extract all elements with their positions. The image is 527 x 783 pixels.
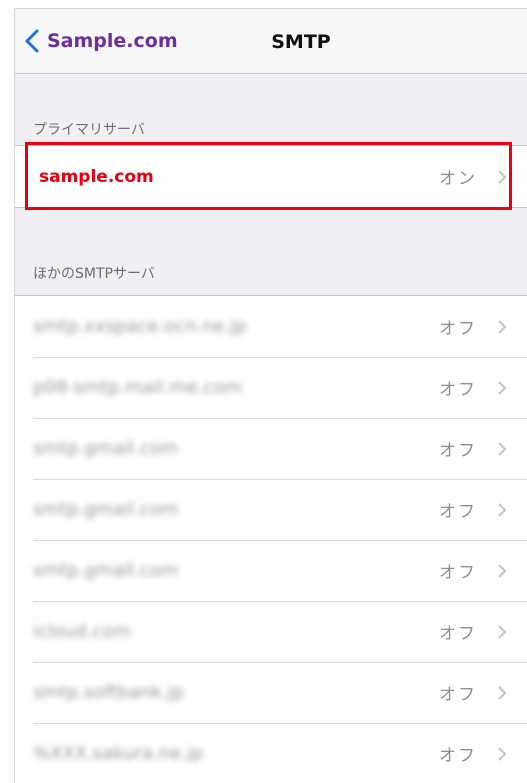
server-row-1[interactable]: smtp.xxspace.ocn.ne.jp オフ: [15, 296, 527, 357]
chevron-right-icon: [498, 380, 507, 395]
server-name: smtp.gmail.com: [33, 438, 179, 459]
server-row-4[interactable]: smtp.gmail.com オフ: [15, 479, 527, 540]
server-name: smtp.gmail.com: [33, 499, 179, 520]
server-row-2[interactable]: p08-smtp.mail.me.com オフ: [15, 357, 527, 418]
server-row-5[interactable]: smtp.gmail.com オフ: [15, 540, 527, 601]
server-row-7[interactable]: smtp.softbank.jp オフ: [15, 662, 527, 723]
chevron-right-icon: [498, 169, 507, 184]
smtp-settings-screen: Sample.com SMTP プライマリサーバ sample.com オン ほ…: [14, 8, 527, 783]
chevron-right-icon: [498, 502, 507, 517]
primary-server-group: sample.com オン: [15, 145, 527, 208]
server-row-8[interactable]: %XXX.sakura.ne.jp オフ: [15, 723, 527, 783]
server-name: %XXX.sakura.ne.jp: [33, 743, 204, 764]
server-row-3[interactable]: smtp.gmail.com オフ: [15, 418, 527, 479]
chevron-right-icon: [498, 441, 507, 456]
server-status: オフ: [439, 685, 477, 705]
server-name: p08-smtp.mail.me.com: [33, 377, 243, 398]
server-status: オフ: [439, 746, 477, 766]
server-name: smtp.gmail.com: [33, 560, 179, 581]
server-name: smtp.softbank.jp: [33, 682, 185, 703]
server-status: オフ: [439, 502, 477, 522]
server-status: オフ: [439, 380, 477, 400]
chevron-right-icon: [498, 685, 507, 700]
server-name: icloud.com: [33, 621, 131, 642]
other-servers-group: smtp.xxspace.ocn.ne.jp オフ p08-smtp.mail.…: [15, 295, 527, 783]
chevron-right-icon: [498, 746, 507, 761]
primary-server-header: プライマリサーバ: [33, 122, 145, 138]
server-status: オフ: [439, 441, 477, 461]
primary-server-status: オン: [439, 169, 477, 189]
primary-server-row[interactable]: sample.com オン: [15, 146, 527, 207]
server-name: smtp.xxspace.ocn.ne.jp: [33, 316, 247, 337]
chevron-right-icon: [498, 624, 507, 639]
server-status: オフ: [439, 319, 477, 339]
chevron-right-icon: [498, 319, 507, 334]
server-status: オフ: [439, 563, 477, 583]
primary-server-name: sample.com: [39, 166, 154, 187]
server-row-6[interactable]: icloud.com オフ: [15, 601, 527, 662]
other-servers-header: ほかのSMTPサーバ: [33, 266, 155, 282]
page-title: SMTP: [271, 31, 331, 53]
chevron-right-icon: [498, 563, 507, 578]
server-status: オフ: [439, 624, 477, 644]
navigation-bar: Sample.com SMTP: [15, 9, 527, 74]
